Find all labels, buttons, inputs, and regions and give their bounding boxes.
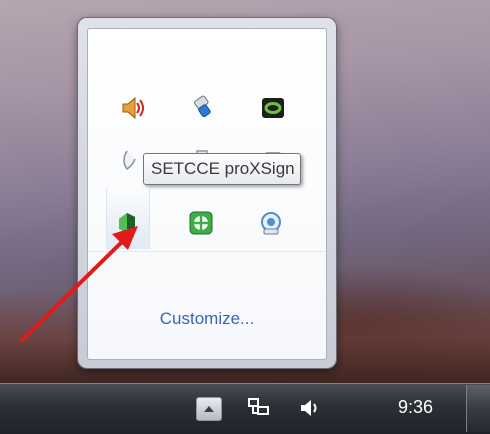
support-assistant-icon[interactable] (257, 209, 285, 237)
popup-divider (88, 251, 326, 252)
network-status-icon[interactable] (246, 395, 272, 421)
speaker-muted-icon[interactable] (119, 94, 147, 122)
notification-overflow-popup: Customize... (78, 18, 336, 368)
taskbar: 9:36 (0, 383, 490, 434)
network-icon[interactable] (117, 147, 145, 175)
setcce-proxsign-icon[interactable] (113, 209, 141, 237)
tooltip-setcce-proxsign: SETCCE proXSign (143, 153, 301, 185)
usb-device-icon[interactable] (189, 94, 217, 122)
green-app-icon[interactable] (187, 209, 215, 237)
show-hidden-icons-button[interactable] (196, 397, 222, 421)
show-desktop-button[interactable] (466, 385, 490, 432)
chevron-up-icon (204, 406, 214, 412)
taskbar-clock[interactable]: 9:36 (398, 397, 433, 418)
nvidia-icon[interactable] (259, 94, 287, 122)
customize-link[interactable]: Customize... (88, 309, 326, 329)
volume-icon[interactable] (297, 395, 323, 421)
notification-icon-grid: Customize... (87, 28, 327, 360)
